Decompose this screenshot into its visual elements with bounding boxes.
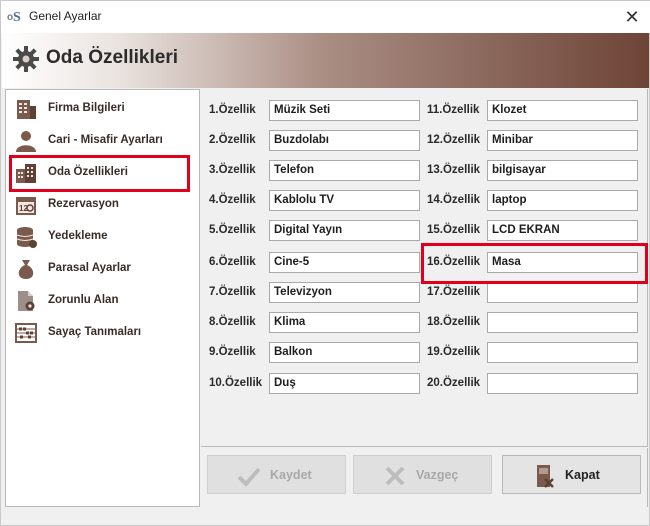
sidebar-item-parasal-ayarlar[interactable]: Parasal Ayarlar — [8, 254, 193, 284]
feature-4-label: 4.Özellik — [209, 194, 256, 206]
feature-19-label: 19.Özellik — [427, 346, 481, 358]
save-button[interactable]: Kaydet — [207, 455, 346, 494]
feature-3-input[interactable]: Telefon — [269, 160, 420, 181]
sidebar-item-label: Yedekleme — [48, 230, 108, 242]
feature-20-input[interactable] — [487, 373, 638, 394]
cancel-button-label: Vazgeç — [416, 468, 459, 482]
feature-13-input[interactable]: bilgisayar — [487, 160, 638, 181]
database-icon — [16, 227, 37, 248]
feature-11-input[interactable]: Klozet — [487, 100, 638, 121]
feature-2-label: 2.Özellik — [209, 134, 256, 146]
calendar-icon: 12 — [16, 197, 36, 215]
feature-3-label: 3.Özellik — [209, 164, 256, 176]
feature-17-label: 17.Özellik — [427, 286, 481, 298]
building-icon — [17, 100, 36, 119]
sidebar-item-zorunlu-alan[interactable]: Zorunlu Alan — [8, 286, 193, 316]
close-button-label: Kapat — [565, 468, 600, 482]
feature-18-input[interactable] — [487, 312, 638, 333]
feature-14-input[interactable]: laptop — [487, 190, 638, 211]
sidebar-item-label: Sayaç Tanımaları — [48, 326, 142, 338]
feature-10-label: 10.Özellik — [209, 377, 263, 389]
feature-6-input[interactable]: Cine-5 — [269, 252, 420, 273]
selection-highlight — [9, 155, 190, 192]
settings-window: o S Genel Ayarlar ✕ Oda Özellikleri Firm… — [0, 0, 650, 526]
feature-18-label: 18.Özellik — [427, 316, 481, 328]
feature-8-input[interactable]: Klima — [269, 312, 420, 333]
exit-door-icon — [537, 465, 554, 488]
feature-7-label: 7.Özellik — [209, 286, 256, 298]
feature-1-input[interactable]: Müzik Seti — [269, 100, 420, 121]
feature-5-input[interactable]: Digital Yayın — [269, 220, 420, 241]
feature-15-label: 15.Özellik — [427, 224, 481, 236]
feature-8-label: 8.Özellik — [209, 316, 256, 328]
sidebar-item-yedekleme[interactable]: Yedekleme — [8, 222, 193, 252]
checkmark-icon — [237, 467, 261, 487]
feature-16-highlight — [421, 243, 648, 284]
feature-20-label: 20.Özellik — [427, 377, 481, 389]
button-bar: Kaydet Vazgeç Kapat — [201, 448, 648, 507]
feature-13-label: 13.Özellik — [427, 164, 481, 176]
abacus-icon — [15, 323, 37, 343]
svg-text:S: S — [13, 10, 21, 25]
feature-11-label: 11.Özellik — [427, 104, 480, 116]
user-icon — [16, 131, 36, 152]
title-bar: o S Genel Ayarlar ✕ — [1, 1, 650, 33]
feature-12-label: 12.Özellik — [427, 134, 481, 146]
app-icon: o S — [7, 7, 25, 25]
feature-1-label: 1.Özellik — [209, 104, 256, 116]
sidebar-item-sayac-tanimalari[interactable]: Sayaç Tanımaları — [8, 318, 193, 348]
feature-4-input[interactable]: Kablolu TV — [269, 190, 420, 211]
sidebar-item-cari-misafir[interactable]: Cari - Misafir Ayarları — [8, 126, 193, 156]
cancel-button[interactable]: Vazgeç — [353, 455, 492, 494]
sidebar-item-label: Zorunlu Alan — [48, 294, 119, 306]
feature-9-input[interactable]: Balkon — [269, 342, 420, 363]
feature-12-input[interactable]: Minibar — [487, 130, 638, 151]
feature-17-input[interactable] — [487, 282, 638, 303]
sidebar-item-label: Cari - Misafir Ayarları — [48, 134, 163, 146]
sidebar-item-firma-bilgileri[interactable]: Firma Bilgileri — [8, 94, 193, 124]
money-bag-icon — [18, 260, 34, 279]
sidebar-item-label: Parasal Ayarlar — [48, 262, 131, 274]
page-header: Oda Özellikleri — [2, 33, 649, 88]
document-gear-icon — [18, 291, 35, 311]
feature-15-input[interactable]: LCD EKRAN — [487, 220, 638, 241]
save-button-label: Kaydet — [270, 468, 312, 482]
cross-icon — [385, 466, 405, 486]
sidebar-item-label: Rezervasyon — [48, 198, 119, 210]
sidebar-item-label: Firma Bilgileri — [48, 102, 125, 114]
window-close-button[interactable]: ✕ — [613, 1, 650, 33]
feature-19-input[interactable] — [487, 342, 638, 363]
feature-14-label: 14.Özellik — [427, 194, 481, 206]
feature-7-input[interactable]: Televizyon — [269, 282, 420, 303]
gear-icon — [13, 46, 39, 72]
close-button[interactable]: Kapat — [502, 455, 641, 494]
sidebar-item-rezervasyon[interactable]: 12 Rezervasyon — [8, 190, 193, 220]
window-title: Genel Ayarlar — [29, 9, 102, 23]
feature-5-label: 5.Özellik — [209, 224, 256, 236]
feature-6-label: 6.Özellik — [209, 256, 256, 268]
sidebar: Firma Bilgileri Cari - Misafir Ayarları — [5, 89, 200, 507]
page-title: Oda Özellikleri — [46, 47, 178, 68]
feature-9-label: 9.Özellik — [209, 346, 256, 358]
feature-10-input[interactable]: Duş — [269, 373, 420, 394]
feature-2-input[interactable]: Buzdolabı — [269, 130, 420, 151]
